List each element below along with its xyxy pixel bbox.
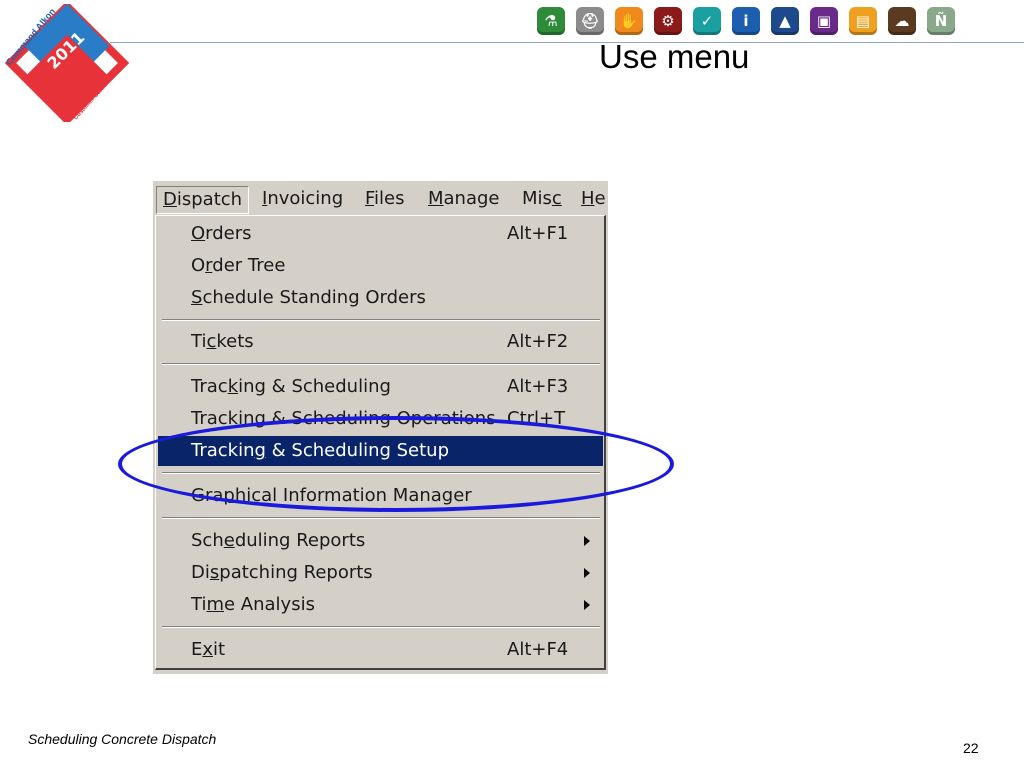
menu-item-label: Scheduling Reports	[191, 530, 366, 551]
menu-item-label: Dispatching Reports	[191, 562, 373, 583]
shortcut-label: Alt+F4	[507, 639, 569, 660]
menu-item-schedule-standing-orders[interactable]: Schedule Standing Orders	[158, 283, 603, 313]
menu-item-dispatching-reports[interactable]: Dispatching Reports	[158, 558, 603, 588]
cloud-icon[interactable]: ☁	[888, 7, 916, 35]
menu-separator	[162, 517, 600, 519]
menu-item-tracking-scheduling[interactable]: Tracking & Scheduling Alt+F3	[158, 372, 603, 402]
menu-item-label: Exit	[191, 639, 226, 660]
menu-item-scheduling-reports[interactable]: Scheduling Reports	[158, 526, 603, 556]
menu-separator	[162, 319, 600, 321]
menu-item-label: Tickets	[191, 331, 254, 352]
menu-help[interactable]: He	[575, 186, 608, 212]
flask-icon[interactable]: ⚗	[537, 7, 565, 35]
menu-separator	[162, 363, 600, 365]
menu-item-time-analysis[interactable]: Time Analysis	[158, 590, 603, 620]
person-desk-icon[interactable]: ▲	[771, 7, 799, 35]
n-icon[interactable]: Ñ	[927, 7, 955, 35]
shortcut-label: Alt+F1	[507, 223, 569, 244]
slide-title: Use menu	[599, 38, 750, 75]
checkmark-icon[interactable]: ✓	[693, 7, 721, 35]
panel-icon[interactable]: ▣	[810, 7, 838, 35]
conference-logo: 2011 Command Alkon Customer Conference	[4, 4, 130, 122]
menu-item-exit[interactable]: Exit Alt+F4	[158, 635, 603, 665]
highlight-ellipse	[118, 416, 674, 512]
page-number: 22	[963, 740, 979, 756]
menu-manage[interactable]: Manage	[422, 186, 506, 212]
slide-footer: Scheduling Concrete Dispatch	[28, 731, 217, 747]
hand-icon[interactable]: ✋	[615, 7, 643, 35]
menu-item-label: Schedule Standing Orders	[191, 287, 426, 308]
menu-item-tickets[interactable]: Tickets Alt+F2	[158, 327, 603, 357]
menu-files[interactable]: Files	[359, 186, 411, 212]
menu-misc[interactable]: Misc	[516, 186, 568, 212]
gears-icon[interactable]: ⚙	[654, 7, 682, 35]
hardhat-icon[interactable]: ⛑	[576, 7, 604, 35]
menu-invoicing[interactable]: Invoicing	[256, 186, 349, 212]
shortcut-label: Alt+F3	[507, 376, 569, 397]
menu-dispatch[interactable]: Dispatch	[156, 186, 250, 214]
menu-item-label: Orders	[191, 223, 252, 244]
menu-item-label: Order Tree	[191, 255, 286, 276]
submenu-arrow-icon	[584, 568, 590, 578]
menu-item-label: Tracking & Scheduling	[191, 376, 391, 397]
info-icon[interactable]: i	[732, 7, 760, 35]
menu-separator	[162, 626, 600, 628]
menu-item-label: Time Analysis	[191, 594, 315, 615]
submenu-arrow-icon	[584, 600, 590, 610]
menu-item-order-tree[interactable]: Order Tree	[158, 251, 603, 281]
shortcut-label: Alt+F2	[507, 331, 569, 352]
header-divider	[110, 42, 1024, 43]
toolbar-icons: ⚗ ⛑ ✋ ⚙ ✓ i ▲ ▣ ▤ ☁ Ñ	[537, 7, 955, 35]
menu-bar: Dispatch Invoicing Files Manage Misc He	[153, 181, 608, 215]
menu-item-orders[interactable]: Orders Alt+F1	[158, 219, 603, 249]
submenu-arrow-icon	[584, 536, 590, 546]
document-icon[interactable]: ▤	[849, 7, 877, 35]
